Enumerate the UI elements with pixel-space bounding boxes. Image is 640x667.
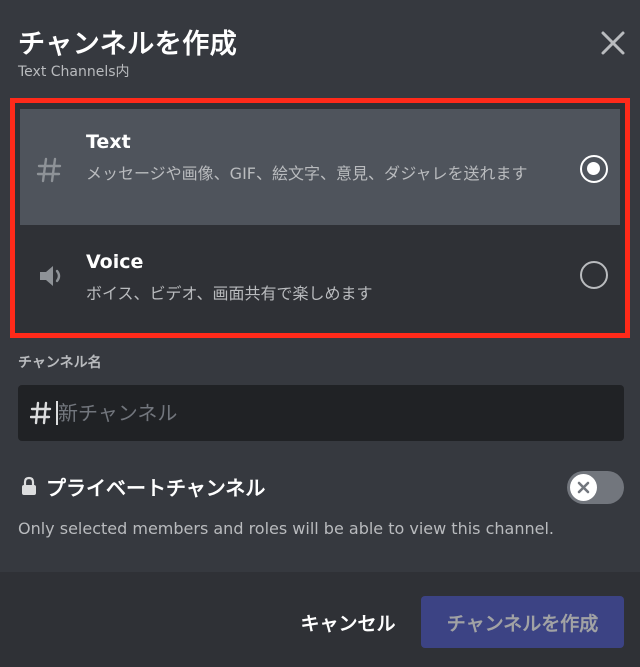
channel-type-title: Voice <box>86 251 144 273</box>
lock-icon <box>20 476 38 500</box>
hash-icon <box>36 157 62 187</box>
channel-type-description: メッセージや画像、GIF、絵文字、意見、ダジャレを送れます <box>86 164 528 183</box>
private-channel-toggle[interactable] <box>567 471 624 504</box>
channel-type-title: Text <box>86 131 131 153</box>
hash-icon <box>29 401 52 429</box>
create-channel-button[interactable]: チャンネルを作成 <box>421 596 624 648</box>
close-icon[interactable] <box>596 26 630 60</box>
channel-name-label: チャンネル名 <box>18 355 102 371</box>
private-channel-label: プライベートチャンネル <box>46 476 266 500</box>
modal-subtitle: Text Channels内 <box>18 64 130 80</box>
toggle-knob <box>570 474 597 501</box>
radio-button-unselected[interactable] <box>580 261 608 289</box>
channel-type-voice-option[interactable]: Voice ボイス、ビデオ、画面共有で楽しめます <box>20 231 620 329</box>
channel-type-text-option[interactable]: Text メッセージや画像、GIF、絵文字、意見、ダジャレを送れます <box>20 109 620 225</box>
channel-type-description: ボイス、ビデオ、画面共有で楽しめます <box>86 284 373 303</box>
modal-title: チャンネルを作成 <box>18 29 238 60</box>
radio-dot <box>587 162 600 175</box>
channel-name-input[interactable] <box>58 395 608 431</box>
radio-button-selected[interactable] <box>580 155 608 183</box>
create-channel-modal: チャンネルを作成 Text Channels内 Text メッセージや画像、GI… <box>0 0 640 667</box>
channel-name-field[interactable] <box>18 385 624 441</box>
private-channel-helper: Only selected members and roles will be … <box>18 519 554 538</box>
close-icon <box>577 481 590 494</box>
channel-type-group: Text メッセージや画像、GIF、絵文字、意見、ダジャレを送れます Voice… <box>10 98 630 338</box>
cancel-button[interactable]: キャンセル <box>286 607 410 637</box>
speaker-icon <box>36 261 66 295</box>
modal-footer: キャンセル チャンネルを作成 <box>0 572 640 667</box>
